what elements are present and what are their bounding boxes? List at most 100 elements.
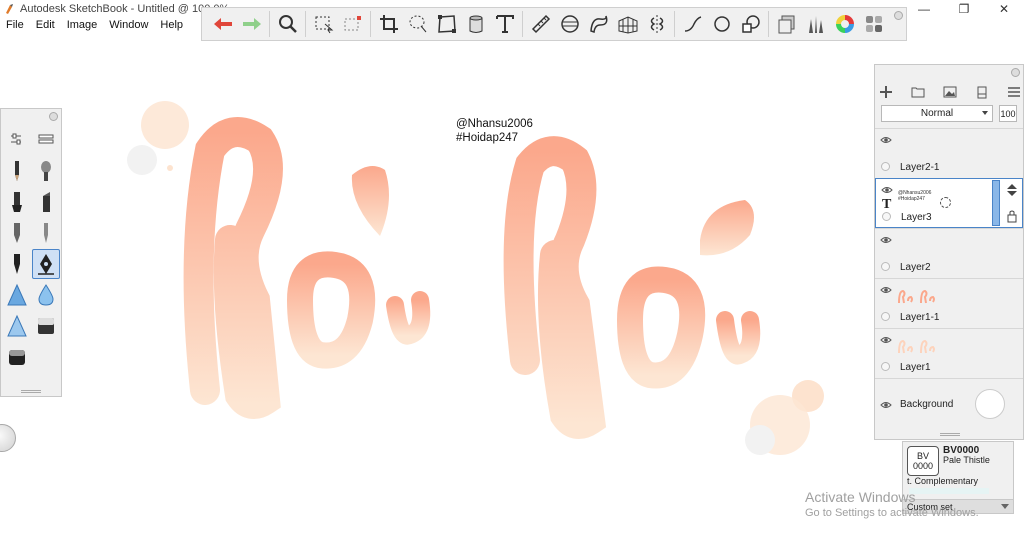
brush-library-button[interactable] xyxy=(801,9,830,39)
opacity-field[interactable]: 100 xyxy=(999,105,1017,122)
paint-brush[interactable] xyxy=(32,156,60,186)
close-button[interactable]: ✕ xyxy=(984,0,1024,17)
layer-row[interactable]: Layer1-1 xyxy=(875,278,1023,328)
copic-swatch[interactable]: BV 0000 xyxy=(907,446,939,476)
complementary-label[interactable]: t. Complementary xyxy=(907,476,978,486)
layer-editor-button[interactable] xyxy=(772,9,801,39)
zoom-button[interactable] xyxy=(273,9,302,39)
layer-lock-toggle[interactable] xyxy=(881,262,890,271)
copic-library-button[interactable] xyxy=(859,9,888,39)
add-image-icon[interactable] xyxy=(943,85,957,99)
palette-close-icon[interactable] xyxy=(49,112,58,121)
menu-edit[interactable]: Edit xyxy=(30,19,61,31)
add-layer-icon[interactable] xyxy=(879,85,893,99)
brush-properties-icon[interactable] xyxy=(9,132,23,146)
blend-mode-dropdown[interactable]: Normal xyxy=(881,105,993,122)
menu-image[interactable]: Image xyxy=(61,19,104,31)
eye-icon[interactable] xyxy=(880,399,892,411)
ink-pen-brush[interactable] xyxy=(3,249,31,279)
layer-panel-close-icon[interactable] xyxy=(1011,68,1020,77)
circle-button[interactable] xyxy=(707,9,736,39)
layer-thumbnail-text: #Hoidap247 xyxy=(898,196,925,202)
chisel-brush[interactable] xyxy=(32,187,60,217)
french-curve-button[interactable] xyxy=(584,9,613,39)
toolbar-close-icon[interactable] xyxy=(894,11,903,20)
ellipse-guide-icon xyxy=(560,15,579,33)
menu-bar: File Edit Image Window Help xyxy=(0,17,189,33)
color-wheel-button[interactable] xyxy=(830,9,859,39)
transform-select-button[interactable] xyxy=(338,9,367,39)
minimize-button[interactable]: — xyxy=(904,0,944,17)
background-color-swatch[interactable] xyxy=(975,389,1005,419)
layer-panel-grip[interactable] xyxy=(940,433,960,436)
layer-menu-icon[interactable] xyxy=(1007,85,1021,99)
chevron-down-icon xyxy=(1001,504,1009,509)
eye-icon[interactable] xyxy=(880,234,892,246)
select-button[interactable] xyxy=(309,9,338,39)
eye-icon[interactable] xyxy=(880,334,892,346)
layer-row[interactable]: Layer2-1 xyxy=(875,128,1023,178)
eye-icon[interactable] xyxy=(880,284,892,296)
clear-layer-icon[interactable] xyxy=(975,85,989,99)
layer-lock-toggle[interactable] xyxy=(881,362,890,371)
eraser-hard[interactable] xyxy=(32,311,60,341)
menu-file[interactable]: File xyxy=(0,19,30,31)
decor-bubble xyxy=(127,145,157,175)
fine-tip-brush[interactable] xyxy=(32,218,60,248)
main-toolbar xyxy=(201,7,907,41)
stroke-button[interactable] xyxy=(678,9,707,39)
accent-drop-1 xyxy=(351,166,389,236)
letter-i-1 xyxy=(386,291,431,345)
marker-brush[interactable] xyxy=(3,187,31,217)
perspective-button[interactable] xyxy=(613,9,642,39)
layer-lock-toggle[interactable] xyxy=(882,212,891,221)
distort-button[interactable] xyxy=(432,9,461,39)
redo-button[interactable] xyxy=(237,9,266,39)
eraser-icon xyxy=(9,350,25,365)
menu-window[interactable]: Window xyxy=(103,19,154,31)
watermark-title: Activate Windows xyxy=(805,489,916,505)
shape-button[interactable] xyxy=(736,9,765,39)
text-icon xyxy=(495,15,514,33)
add-group-icon[interactable] xyxy=(911,85,925,99)
airbrush-hard[interactable] xyxy=(3,280,31,310)
layer-row-background[interactable]: Background xyxy=(875,378,1023,428)
lasso-button[interactable] xyxy=(403,9,432,39)
symmetry-button[interactable] xyxy=(642,9,671,39)
watermark-subtitle: Go to Settings to activate Windows. xyxy=(805,507,979,519)
toolbar-divider xyxy=(305,11,306,37)
layer-name: Layer1 xyxy=(900,362,931,373)
layer-lock-toggle[interactable] xyxy=(881,162,890,171)
ruler-button[interactable] xyxy=(526,9,555,39)
airbrush-medium[interactable] xyxy=(3,311,31,341)
brush-library-toggle-icon[interactable] xyxy=(38,132,54,146)
menu-help[interactable]: Help xyxy=(154,19,189,31)
eye-icon[interactable] xyxy=(881,184,893,196)
palette-grip[interactable] xyxy=(21,390,41,393)
layer-lock-toggle[interactable] xyxy=(881,312,890,321)
layer-opacity-bar[interactable] xyxy=(992,180,1000,226)
layer-row-selected[interactable]: T @Nhansu2006 #Hoidap247 Layer3 xyxy=(875,178,1023,228)
bucket-button[interactable] xyxy=(461,9,490,39)
maximize-button[interactable]: ❐ xyxy=(944,0,984,17)
calligraphy-brush[interactable] xyxy=(32,249,60,279)
chisel-marker-icon xyxy=(43,192,50,212)
fountain-pen-icon xyxy=(38,254,54,275)
lasso-icon xyxy=(409,15,426,33)
ellipse-guide-button[interactable] xyxy=(555,9,584,39)
crop-button[interactable] xyxy=(374,9,403,39)
layer-row[interactable]: Layer2 xyxy=(875,228,1023,278)
lagoon-puck[interactable] xyxy=(0,424,16,452)
layer-row[interactable]: Layer1 xyxy=(875,328,1023,378)
move-layer-icon[interactable] xyxy=(1006,183,1018,197)
blend-mode-label: Normal xyxy=(920,108,954,119)
ballpoint-brush[interactable] xyxy=(3,218,31,248)
sketchbook-logo-icon xyxy=(6,3,13,14)
eye-icon[interactable] xyxy=(880,134,892,146)
layer-lock-icon[interactable] xyxy=(1006,209,1018,223)
eraser-soft[interactable] xyxy=(3,342,31,372)
undo-button[interactable] xyxy=(208,9,237,39)
text-tool-button[interactable] xyxy=(490,9,519,39)
airbrush-soft[interactable] xyxy=(32,280,60,310)
pencil-brush[interactable] xyxy=(3,156,31,186)
